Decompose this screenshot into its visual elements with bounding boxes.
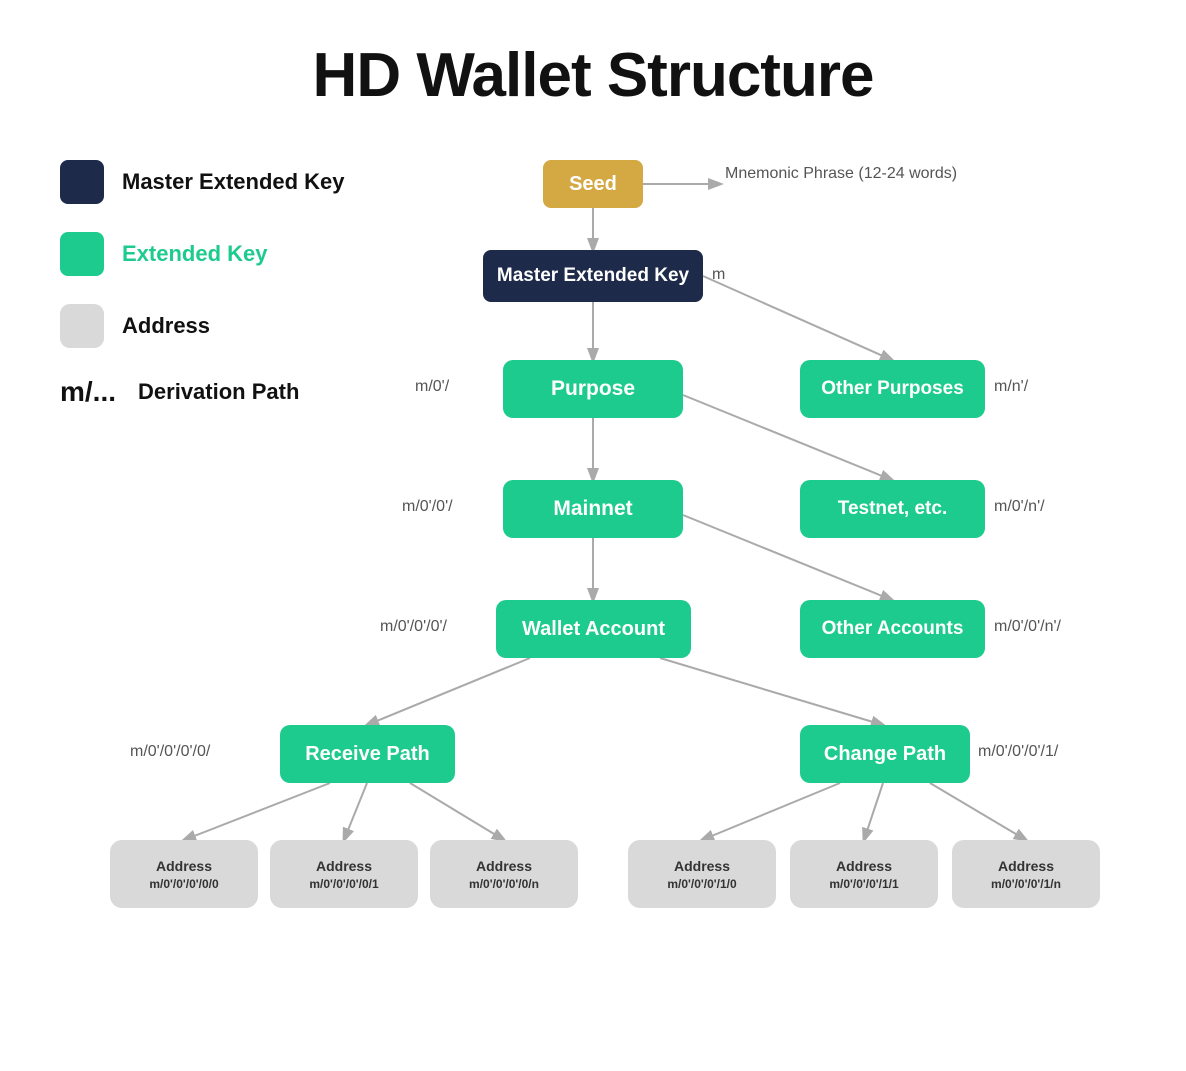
change-path-label: Change Path bbox=[824, 743, 946, 766]
address-node-2: Address m/0'/0'/0'/0/n bbox=[430, 840, 578, 908]
address-label-0: Address bbox=[156, 858, 212, 874]
testnet-label: Testnet, etc. bbox=[838, 498, 947, 520]
address-label-5: Address bbox=[998, 858, 1054, 874]
address-node-3: Address m/0'/0'/0'/1/0 bbox=[628, 840, 776, 908]
mainnet-node: Mainnet bbox=[503, 480, 683, 538]
address-node-1: Address m/0'/0'/0'/0/1 bbox=[270, 840, 418, 908]
other-accounts-path-label: m/0'/0'/n'/ bbox=[994, 618, 1061, 636]
wallet-account-path-label: m/0'/0'/0'/ bbox=[380, 618, 447, 636]
address-path-1: m/0'/0'/0'/0/1 bbox=[309, 877, 378, 891]
purpose-path-label: m/0'/ bbox=[415, 378, 449, 396]
address-path-5: m/0'/0'/0'/1/n bbox=[991, 877, 1061, 891]
change-path-node: Change Path bbox=[800, 725, 970, 783]
testnet-path-label: m/0'/n'/ bbox=[994, 498, 1045, 516]
address-path-4: m/0'/0'/0'/1/1 bbox=[829, 877, 898, 891]
diagram: Mnemonic Phrase (12-24 words) Seed Maste… bbox=[0, 140, 1186, 1040]
page-title: HD Wallet Structure bbox=[0, 0, 1186, 141]
wallet-account-label: Wallet Account bbox=[522, 618, 665, 641]
purpose-label: Purpose bbox=[551, 377, 635, 401]
master-label: Master Extended Key bbox=[497, 265, 689, 287]
receive-path-node: Receive Path bbox=[280, 725, 455, 783]
address-path-0: m/0'/0'/0'/0/0 bbox=[149, 877, 218, 891]
other-purposes-label: Other Purposes bbox=[821, 378, 964, 400]
address-node-4: Address m/0'/0'/0'/1/1 bbox=[790, 840, 938, 908]
address-label-1: Address bbox=[316, 858, 372, 874]
master-path-label: m bbox=[712, 266, 725, 284]
receive-path-path-label: m/0'/0'/0'/0/ bbox=[130, 743, 210, 761]
address-path-3: m/0'/0'/0'/1/0 bbox=[667, 877, 736, 891]
change-path-path-label: m/0'/0'/0'/1/ bbox=[978, 743, 1058, 761]
testnet-node: Testnet, etc. bbox=[800, 480, 985, 538]
address-node-5: Address m/0'/0'/0'/1/n bbox=[952, 840, 1100, 908]
address-label-2: Address bbox=[476, 858, 532, 874]
receive-path-label: Receive Path bbox=[305, 743, 430, 766]
mnemonic-label: Mnemonic Phrase (12-24 words) bbox=[725, 162, 957, 186]
address-path-2: m/0'/0'/0'/0/n bbox=[469, 877, 539, 891]
purpose-node: Purpose bbox=[503, 360, 683, 418]
seed-node: Seed bbox=[543, 160, 643, 208]
other-accounts-node: Other Accounts bbox=[800, 600, 985, 658]
mainnet-label: Mainnet bbox=[553, 497, 632, 521]
address-label-3: Address bbox=[674, 858, 730, 874]
other-accounts-label: Other Accounts bbox=[822, 618, 964, 640]
wallet-account-node: Wallet Account bbox=[496, 600, 691, 658]
other-purposes-node: Other Purposes bbox=[800, 360, 985, 418]
address-node-0: Address m/0'/0'/0'/0/0 bbox=[110, 840, 258, 908]
mainnet-path-label: m/0'/0'/ bbox=[402, 498, 453, 516]
seed-label: Seed bbox=[569, 173, 617, 196]
master-node: Master Extended Key bbox=[483, 250, 703, 302]
other-purposes-path-label: m/n'/ bbox=[994, 378, 1028, 396]
address-label-4: Address bbox=[836, 858, 892, 874]
